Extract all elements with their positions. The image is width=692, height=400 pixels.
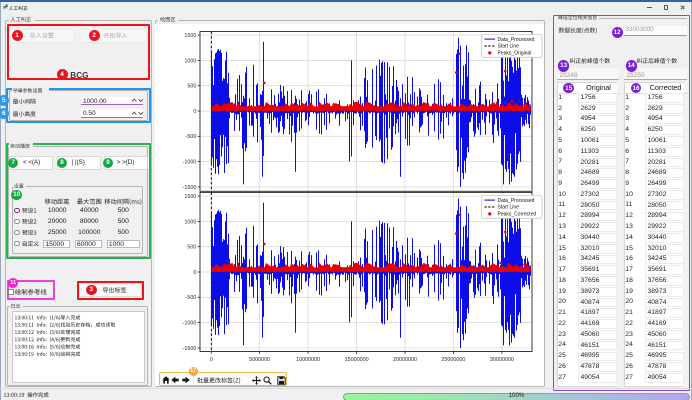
svg-text:-1000: -1000 bbox=[183, 160, 197, 166]
svg-text:15000000: 15000000 bbox=[345, 357, 369, 363]
svg-text:Peaks_Original: Peaks_Original bbox=[498, 51, 532, 57]
svg-text:0: 0 bbox=[193, 270, 196, 276]
svg-text:-500: -500 bbox=[186, 134, 197, 140]
svg-text:Peaks_Corrected: Peaks_Corrected bbox=[498, 212, 537, 218]
svg-text:Data_Processed: Data_Processed bbox=[498, 198, 535, 204]
svg-text:-500: -500 bbox=[186, 295, 197, 301]
svg-text:500: 500 bbox=[187, 245, 196, 251]
svg-text:10000000: 10000000 bbox=[296, 357, 320, 363]
svg-text:0: 0 bbox=[193, 109, 196, 115]
svg-text:20000000: 20000000 bbox=[393, 357, 417, 363]
svg-text:1500: 1500 bbox=[184, 33, 196, 39]
svg-text:500: 500 bbox=[187, 84, 196, 90]
svg-text:-1500: -1500 bbox=[183, 346, 197, 352]
svg-text:-1500: -1500 bbox=[183, 185, 197, 191]
svg-text:Start Line: Start Line bbox=[498, 44, 520, 50]
svg-text:Start Line: Start Line bbox=[498, 205, 520, 211]
svg-text:1500: 1500 bbox=[184, 194, 196, 200]
svg-text:0: 0 bbox=[210, 357, 213, 363]
svg-text:1000: 1000 bbox=[184, 219, 196, 225]
svg-text:1000: 1000 bbox=[184, 58, 196, 64]
svg-text:5000000: 5000000 bbox=[249, 357, 270, 363]
svg-text:25000000: 25000000 bbox=[441, 357, 465, 363]
svg-text:30000000: 30000000 bbox=[490, 357, 514, 363]
svg-text:Data_Processed: Data_Processed bbox=[498, 37, 535, 43]
svg-text:-1000: -1000 bbox=[183, 321, 197, 327]
